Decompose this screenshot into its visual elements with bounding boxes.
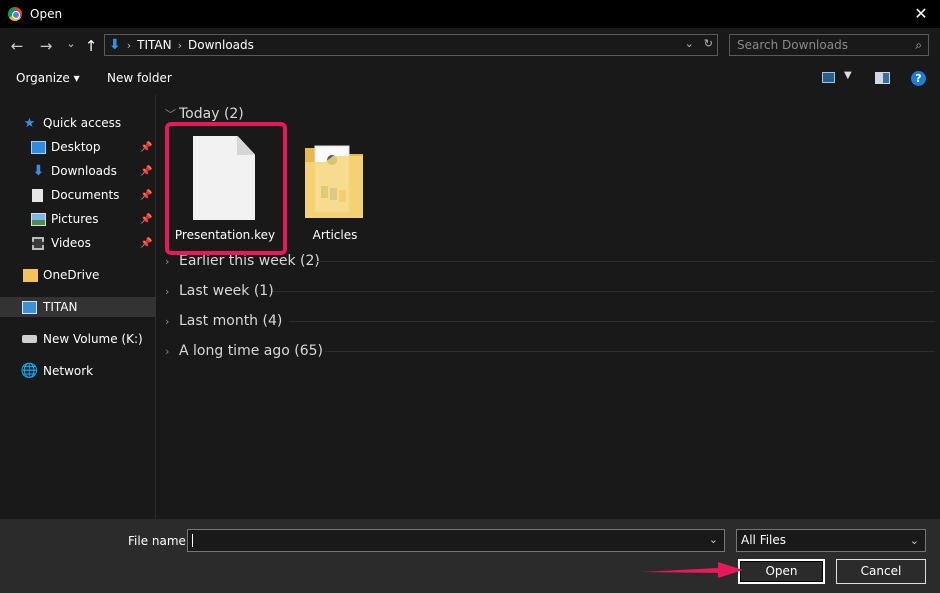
chevron-down-icon: ⌄: [909, 534, 919, 547]
chrome-icon: [8, 7, 22, 21]
sidebar-item-pictures[interactable]: Pictures 📌: [0, 209, 156, 229]
sidebar-item-label: Quick access: [43, 116, 122, 130]
chevron-right-icon: ›: [165, 314, 170, 328]
group-label: A long time ago (65): [179, 343, 323, 359]
drive-icon: [22, 335, 37, 343]
group-label: Last month (4): [179, 313, 283, 329]
command-bar: Organize ▾ New folder ▼ ?: [0, 64, 940, 94]
chevron-down-icon[interactable]: ⌄: [685, 37, 694, 50]
search-placeholder: Search Downloads: [737, 38, 848, 52]
footer-bar: File name: ⌄ All Files ⌄ Open Cancel: [0, 519, 940, 593]
pin-icon[interactable]: 📌: [140, 238, 152, 249]
address-bar[interactable]: ⬇ › TITAN › Downloads ⌄ ↻: [104, 34, 718, 56]
close-icon[interactable]: ✕: [910, 3, 932, 25]
network-icon: 🌐: [20, 363, 39, 379]
sidebar-item-label: New Volume (K:): [43, 332, 143, 346]
file-name-articles[interactable]: Articles: [300, 228, 370, 242]
sidebar-item-label: OneDrive: [43, 268, 100, 282]
pin-icon[interactable]: 📌: [140, 142, 152, 153]
sidebar-item-label: TITAN: [43, 300, 78, 314]
cancel-button[interactable]: Cancel: [836, 559, 926, 584]
back-arrow-icon[interactable]: ←: [6, 35, 28, 57]
chevron-down-icon[interactable]: ▼: [844, 70, 852, 81]
chevron-right-icon: ›: [126, 38, 132, 52]
organize-menu[interactable]: Organize ▾: [16, 71, 80, 85]
annotation-arrow-icon: [642, 562, 743, 578]
breadcrumb-downloads[interactable]: Downloads: [188, 38, 254, 52]
view-options-icon[interactable]: [822, 72, 835, 83]
group-divider: [315, 261, 935, 262]
file-name-label: File name:: [128, 534, 190, 548]
help-icon[interactable]: ?: [911, 71, 926, 86]
chevron-right-icon: ›: [165, 344, 170, 358]
group-label: Today (2): [179, 106, 244, 122]
navigation-bar: ← → ⌄ ↑ ⬇ › TITAN › Downloads ⌄ ↻ Search …: [0, 28, 940, 64]
open-dialog: Open ✕ ← → ⌄ ↑ ⬇ › TITAN › Downloads ⌄ ↻ …: [0, 0, 940, 593]
group-label: Earlier this week (2): [179, 253, 320, 269]
file-type-select[interactable]: All Files ⌄: [736, 529, 926, 552]
folder-icon: [23, 268, 38, 282]
pin-icon[interactable]: 📌: [140, 190, 152, 201]
preview-pane-icon[interactable]: [875, 72, 890, 84]
search-input[interactable]: Search Downloads ⌕: [729, 34, 929, 56]
sidebar-item-onedrive[interactable]: OneDrive: [0, 265, 156, 285]
chevron-down-icon[interactable]: ⌄: [709, 533, 718, 546]
sidebar-item-titan[interactable]: TITAN: [0, 297, 156, 317]
group-divider: [273, 291, 935, 292]
pin-icon[interactable]: 📌: [140, 166, 152, 177]
video-icon: [32, 236, 44, 250]
up-arrow-icon[interactable]: ↑: [80, 35, 102, 57]
document-icon: [32, 188, 43, 202]
title-bar: Open ✕: [0, 0, 940, 28]
forward-arrow-icon[interactable]: →: [35, 35, 57, 57]
sidebar-item-label: Desktop: [51, 140, 101, 154]
file-name-input[interactable]: ⌄: [187, 529, 725, 552]
new-folder-button[interactable]: New folder: [107, 71, 172, 85]
highlight-box: [165, 122, 287, 255]
group-header-long-time-ago[interactable]: › A long time ago (65): [165, 341, 935, 361]
picture-icon: [31, 212, 46, 226]
chevron-right-icon: ›: [165, 284, 170, 298]
computer-icon: [22, 300, 37, 314]
sidebar-item-label: Pictures: [51, 212, 99, 226]
group-header-last-month[interactable]: › Last month (4): [165, 311, 935, 331]
sidebar-item-new-volume[interactable]: New Volume (K:): [0, 329, 156, 349]
group-divider: [289, 321, 935, 322]
sidebar-item-label: Videos: [51, 236, 91, 250]
star-icon: ★: [23, 115, 36, 131]
window-title: Open: [30, 7, 63, 21]
chevron-right-icon: ›: [165, 254, 170, 268]
sidebar-item-downloads[interactable]: ⬇ Downloads 📌: [0, 161, 156, 181]
refresh-icon[interactable]: ↻: [704, 37, 713, 50]
sidebar-item-documents[interactable]: Documents 📌: [0, 185, 156, 205]
sidebar-item-label: Network: [43, 364, 94, 378]
sidebar-item-quick-access[interactable]: ★ Quick access: [0, 113, 156, 133]
group-label: Last week (1): [179, 283, 274, 299]
sidebar-item-network[interactable]: 🌐 Network: [0, 361, 156, 381]
text-cursor: [192, 534, 193, 547]
download-icon: ⬇: [32, 163, 45, 179]
navigation-pane: ★ Quick access Desktop 📌 ⬇ Downloads 📌 D…: [0, 95, 156, 519]
sidebar-item-label: Downloads: [51, 164, 117, 178]
group-header-last-week[interactable]: › Last week (1): [165, 281, 935, 301]
recent-locations-icon[interactable]: ⌄: [60, 33, 82, 55]
group-divider: [325, 351, 935, 352]
downloads-icon: ⬇: [109, 37, 121, 53]
open-button[interactable]: Open: [738, 559, 825, 584]
group-header-today[interactable]: ﹀ Today (2): [165, 104, 244, 124]
search-icon: ⌕: [915, 38, 922, 52]
folder-icon[interactable]: [303, 142, 365, 222]
chevron-down-icon: ﹀: [165, 108, 176, 121]
sidebar-item-desktop[interactable]: Desktop 📌: [0, 137, 156, 157]
pin-icon[interactable]: 📌: [140, 214, 152, 225]
breadcrumb-titan[interactable]: TITAN: [137, 38, 171, 52]
sidebar-item-label: Documents: [51, 188, 120, 202]
file-type-value: All Files: [741, 533, 787, 547]
desktop-icon: [31, 140, 46, 154]
chevron-right-icon: ›: [177, 38, 182, 52]
sidebar-item-videos[interactable]: Videos 📌: [0, 233, 156, 253]
